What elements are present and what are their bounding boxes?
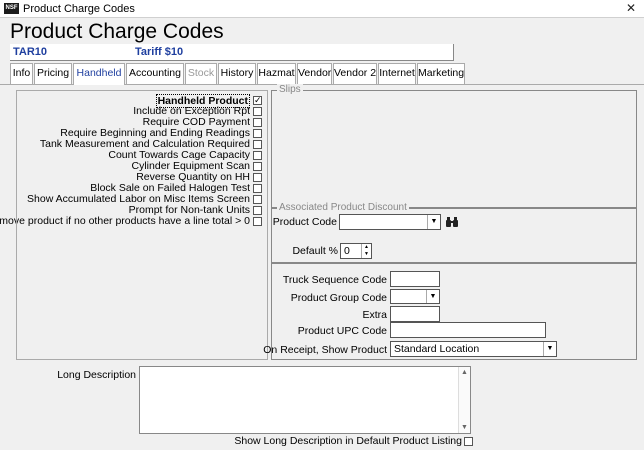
window-titlebar: NSF Product Charge Codes ✕ (0, 0, 644, 18)
window-title: Product Charge Codes (23, 3, 135, 15)
receipt-show-label: On Receipt, Show Product (263, 344, 387, 356)
receipt-show-dropdown[interactable]: Standard Location ▼ (390, 341, 557, 357)
tab-history[interactable]: History (218, 63, 256, 84)
scroll-down-icon[interactable]: ▼ (459, 424, 470, 431)
options-frame (16, 90, 268, 360)
default-pct-value: 0 (344, 245, 350, 257)
tab-info[interactable]: Info (10, 63, 33, 84)
upc-code-label: Product UPC Code (297, 325, 387, 337)
tab-marketing[interactable]: Marketing (417, 63, 465, 84)
truck-sequence-input[interactable] (390, 271, 440, 287)
tab-handheld[interactable]: Handheld (73, 63, 125, 85)
tab-vendor[interactable]: Vendor (297, 63, 332, 84)
show-long-description-label: Show Long Description in Default Product… (234, 435, 462, 447)
slips-legend: Slips (277, 84, 303, 95)
app-icon: NSF (4, 3, 19, 14)
scroll-up-icon[interactable]: ▲ (459, 369, 470, 376)
charge-code: TAR10 (13, 46, 48, 58)
tab-accounting[interactable]: Accounting (126, 63, 184, 84)
tab-internet[interactable]: Internet (378, 63, 416, 84)
long-description-textarea[interactable]: ▲ ▼ (139, 366, 471, 434)
tab-vendor-2[interactable]: Vendor 2 (333, 63, 377, 84)
page-title: Product Charge Codes (10, 20, 224, 43)
chevron-down-icon[interactable]: ▼ (543, 342, 556, 356)
charge-code-bar: TAR10 Tariff $10 (10, 44, 454, 61)
spinner-arrows-icon[interactable]: ▲ ▼ (361, 244, 371, 258)
slips-group (271, 90, 637, 208)
default-pct-spinner[interactable]: 0 ▲ ▼ (340, 243, 372, 259)
upc-code-input[interactable] (390, 322, 546, 338)
tab-stock: Stock (185, 63, 217, 84)
product-code-label: Product Code (272, 216, 337, 228)
extra-input[interactable] (390, 306, 440, 322)
default-pct-label: Default % (292, 245, 338, 257)
receipt-show-value: Standard Location (394, 343, 480, 355)
truck-sequence-label: Truck Sequence Code (282, 274, 387, 286)
tab-hazmat[interactable]: Hazmat (257, 63, 296, 84)
product-group-label: Product Group Code (290, 292, 387, 304)
charge-code-description: Tariff $10 (135, 46, 184, 58)
close-icon[interactable]: ✕ (626, 1, 636, 15)
extra-label: Extra (362, 309, 387, 321)
checkbox-show-long-description[interactable] (464, 437, 473, 446)
chevron-down-icon[interactable]: ▼ (427, 215, 440, 229)
product-group-dropdown[interactable]: ▼ (390, 289, 440, 304)
long-description-label: Long Description (57, 369, 136, 381)
tab-pricing[interactable]: Pricing (34, 63, 72, 84)
chevron-down-icon[interactable]: ▼ (426, 290, 439, 303)
product-code-dropdown[interactable]: ▼ (339, 214, 441, 230)
discount-legend: Associated Product Discount (277, 202, 409, 213)
binoculars-icon[interactable] (445, 215, 459, 229)
long-description-scrollbar[interactable]: ▲ ▼ (458, 367, 470, 433)
